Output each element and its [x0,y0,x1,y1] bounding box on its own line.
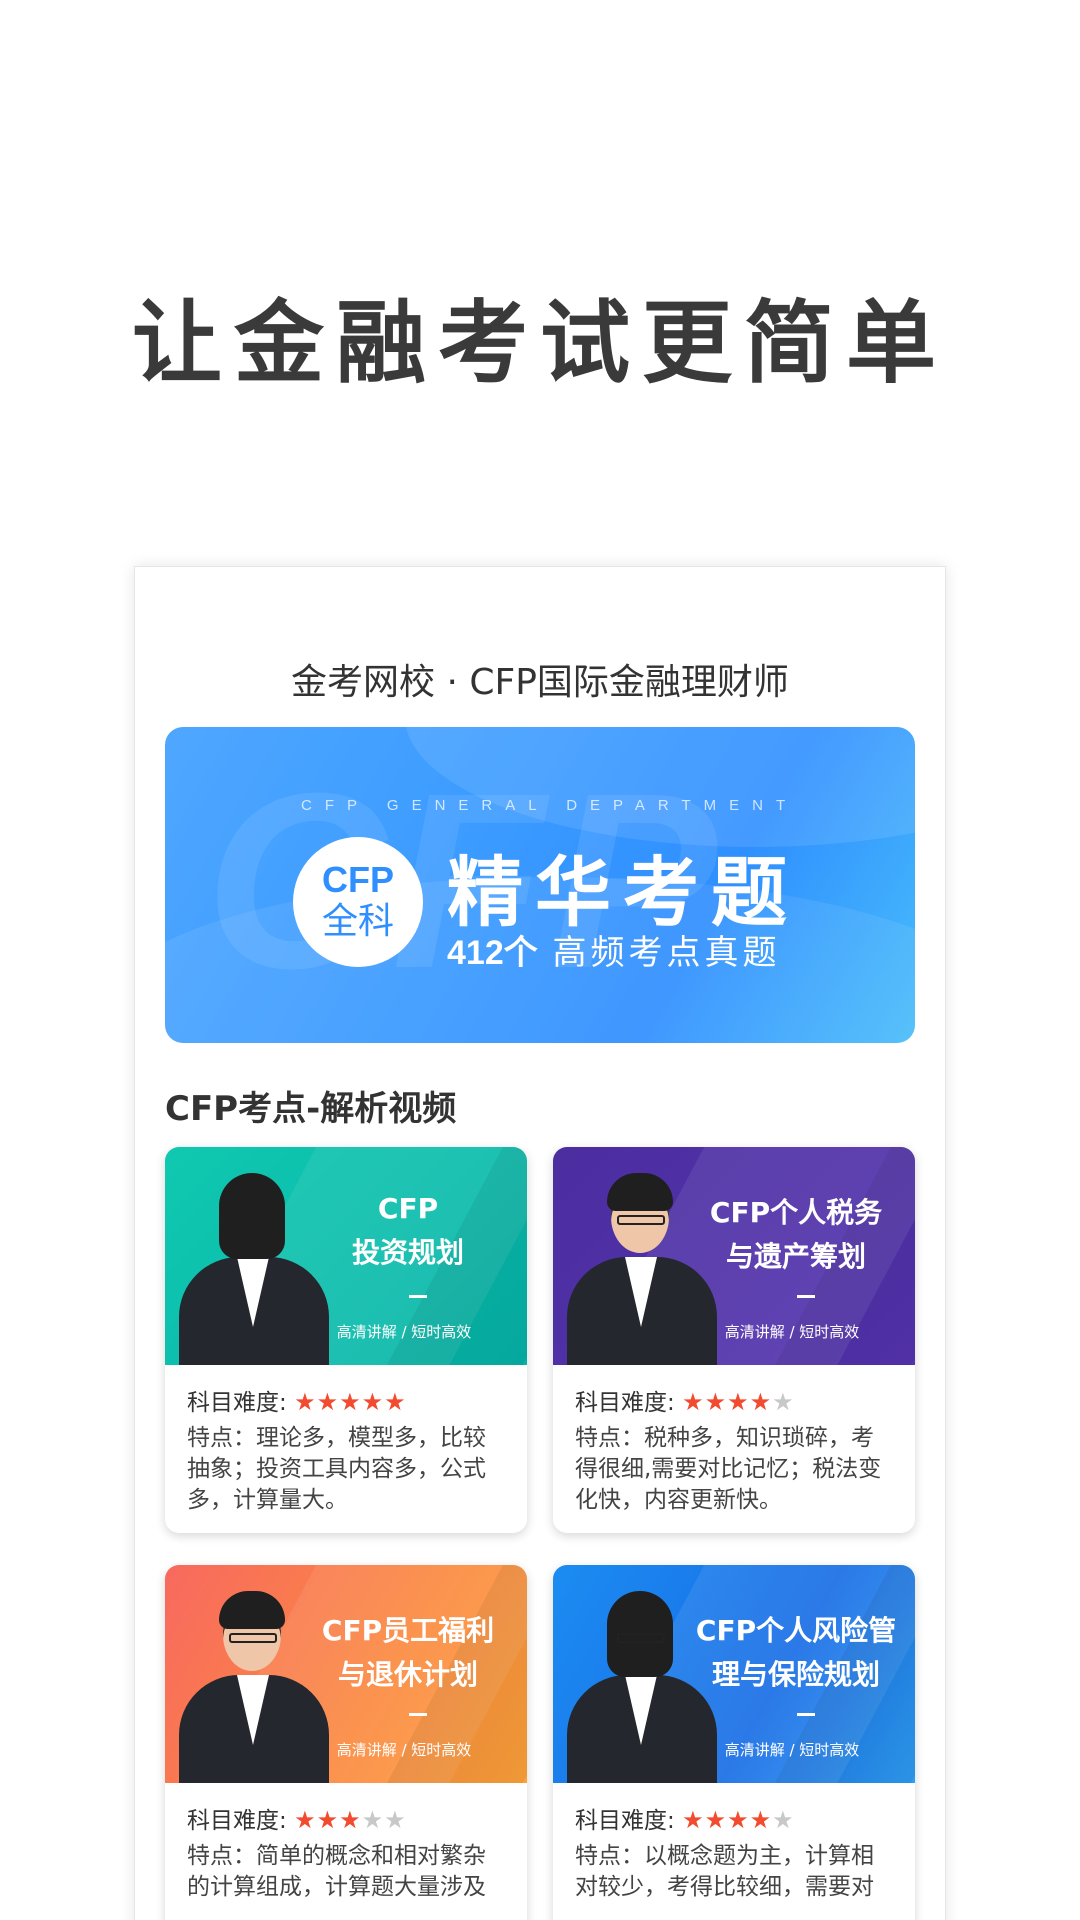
course-info: 科目难度: ★★★★★ 特点：税种多，知识琐碎，考得很细,需要对比记忆；税法变化快… [553,1365,915,1516]
star-filled-icon: ★ [294,1388,317,1416]
course-thumbnail: CFP个人风险管 理与保险规划高清讲解 / 短时高效 [553,1565,915,1783]
course-tag: 高清讲解 / 短时高效 [336,1741,472,1759]
badge-line1: CFP [322,859,394,900]
course-title-line2: 理与保险规划 [711,1658,880,1691]
title-divider [797,1713,815,1716]
course-card[interactable]: CFP个人风险管 理与保险规划 高清讲解 / 短时高效 科目难度: ★★★★★ 特点：以… [553,1565,915,1920]
star-filled-icon: ★ [727,1806,750,1834]
star-empty-icon: ★ [384,1806,407,1834]
course-title-line1: CFP个人风险管 [695,1614,897,1647]
course-card[interactable]: CFP员工福利 与退休计划 高清讲解 / 短时高效 科目难度: ★★★★★ 特点：简单的… [165,1565,527,1920]
course-title: CFP个人税务 与遗产筹划 [691,1191,901,1279]
course-thumbnail: CFP员工福利 与退休计划高清讲解 / 短时高效 [165,1565,527,1783]
banner-subtitle: 412个 高频考点真题 [447,925,781,974]
course-info: 科目难度: ★★★★★ 特点：简单的概念和相对繁杂的计算组成，计算题大量涉及 [165,1783,527,1903]
star-filled-icon: ★ [339,1806,362,1834]
course-card[interactable]: CFP 投资规划 高清讲解 / 短时高效 科目难度: ★★★★★ 特点：理论多，模型多，… [165,1147,527,1533]
star-filled-icon: ★ [749,1806,773,1834]
banner-sub-text: 高频考点真题 [537,933,781,973]
badge-line2: 全科 [321,901,394,942]
star-filled-icon: ★ [749,1388,773,1416]
course-title-line1: CFP员工福利 [321,1614,495,1647]
glasses-icon [617,1633,665,1643]
course-tag: 高清讲解 / 短时高效 [336,1323,472,1341]
title-divider [409,1295,427,1298]
teacher-hair [219,1591,285,1629]
exam-banner[interactable]: CFP CFP GENERAL DEPARTMENT CFP 全科 精华考题 4… [165,727,915,1043]
star-filled-icon: ★ [339,1388,362,1416]
star-filled-icon: ★ [682,1806,705,1834]
course-thumbnail: CFP 投资规划高清讲解 / 短时高效 [165,1147,527,1365]
banner-department: CFP GENERAL DEPARTMENT [301,797,799,814]
course-tag: 高清讲解 / 短时高效 [724,1323,860,1341]
star-filled-icon: ★ [682,1388,705,1416]
banner-badge: CFP 全科 [293,837,423,967]
title-divider [409,1713,427,1716]
difficulty-label: 科目难度: [575,1390,683,1416]
course-title: CFP 投资规划 [303,1187,513,1275]
star-filled-icon: ★ [316,1388,340,1416]
star-filled-icon: ★ [704,1388,728,1416]
difficulty-label: 科目难度: [187,1390,295,1416]
star-empty-icon: ★ [772,1806,795,1834]
teacher-hair [219,1173,285,1259]
course-card[interactable]: CFP个人税务 与遗产筹划 高清讲解 / 短时高效 科目难度: ★★★★★ 特点：税种多… [553,1147,915,1533]
course-features: 特点：理论多，模型多，比较抽象；投资工具内容多，公式多，计算量大。 [187,1425,486,1513]
course-info: 科目难度: ★★★★★ 特点：以概念题为主，计算相对较少，考得比较细，需要对 [553,1783,915,1903]
course-title: CFP员工福利 与退休计划 [303,1609,513,1697]
course-features: 特点：简单的概念和相对繁杂的计算组成，计算题大量涉及 [187,1843,486,1900]
difficulty-row: 科目难度: ★★★★★ [575,1383,893,1419]
difficulty-label: 科目难度: [187,1808,295,1834]
glasses-icon [617,1215,665,1225]
title-divider [797,1295,815,1298]
section-title: CFP考点-解析视频 [165,1089,457,1129]
star-filled-icon: ★ [727,1388,750,1416]
page-headline: 让金融考试更简单 [132,290,948,396]
star-filled-icon: ★ [384,1388,407,1416]
star-filled-icon: ★ [704,1806,728,1834]
star-empty-icon: ★ [361,1806,385,1834]
banner-count: 412个 [447,934,538,972]
star-filled-icon: ★ [316,1806,340,1834]
course-tag: 高清讲解 / 短时高效 [724,1741,860,1759]
panel-title: 金考网校 · CFP国际金融理财师 [291,662,789,703]
star-filled-icon: ★ [361,1388,385,1416]
course-panel: 金考网校 · CFP国际金融理财师 CFP CFP GENERAL DEPART… [134,566,946,1920]
course-title-line2: 与遗产筹划 [725,1240,866,1273]
teacher-hair [607,1173,673,1211]
course-title-line1: CFP个人税务 [709,1196,883,1229]
course-thumbnail: CFP个人税务 与遗产筹划高清讲解 / 短时高效 [553,1147,915,1365]
difficulty-row: 科目难度: ★★★★★ [187,1801,505,1837]
course-title: CFP个人风险管 理与保险规划 [691,1609,901,1697]
course-title-line2: 投资规划 [351,1236,464,1269]
course-features: 特点：以概念题为主，计算相对较少，考得比较细，需要对 [575,1843,874,1900]
course-info: 科目难度: ★★★★★ 特点：理论多，模型多，比较抽象；投资工具内容多，公式多，计… [165,1365,527,1516]
course-title-line2: 与退休计划 [337,1658,478,1691]
difficulty-row: 科目难度: ★★★★★ [575,1801,893,1837]
star-empty-icon: ★ [772,1388,795,1416]
glasses-icon [229,1633,277,1643]
course-title-line1: CFP [377,1192,439,1225]
star-filled-icon: ★ [294,1806,317,1834]
difficulty-row: 科目难度: ★★★★★ [187,1383,505,1419]
difficulty-label: 科目难度: [575,1808,683,1834]
course-features: 特点：税种多，知识琐碎，考得很细,需要对比记忆；税法变化快，内容更新快。 [575,1425,882,1513]
